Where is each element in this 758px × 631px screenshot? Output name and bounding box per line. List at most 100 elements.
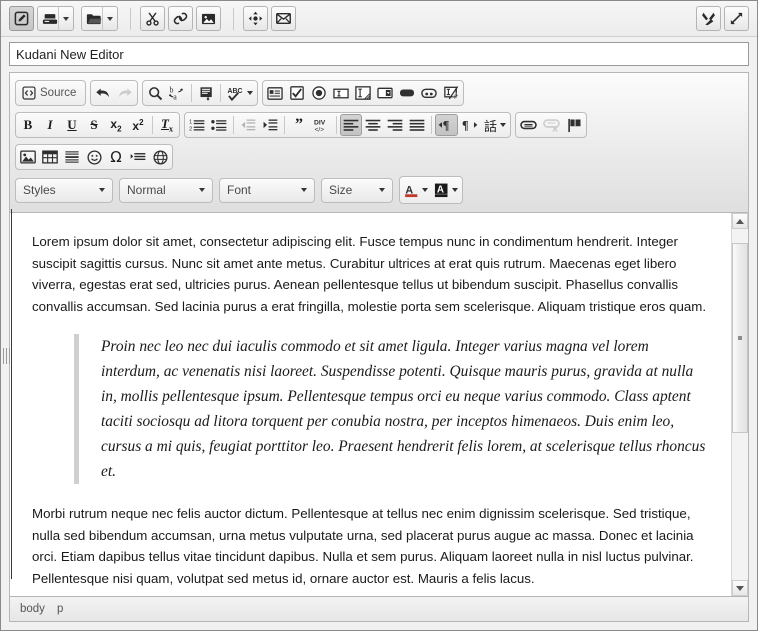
- bulleted-list-icon: [211, 120, 227, 131]
- anchor-flag-icon: [567, 118, 581, 132]
- italic-button[interactable]: I: [39, 114, 61, 136]
- undo-button[interactable]: [92, 82, 114, 104]
- hidden-field-button[interactable]: [440, 82, 462, 104]
- horizontal-rule-button[interactable]: [61, 146, 83, 168]
- replace-button[interactable]: b a: [166, 82, 188, 104]
- paragraph-2[interactable]: Morbi rutrum neque nec felis auctor dict…: [32, 503, 709, 589]
- elements-path-item-body[interactable]: body: [20, 603, 45, 615]
- image-button-button[interactable]: [418, 82, 440, 104]
- insert-image-button[interactable]: [17, 146, 39, 168]
- svg-text:¶: ¶: [443, 119, 450, 132]
- italic-icon: I: [47, 117, 53, 132]
- chevron-down-icon: [500, 123, 507, 127]
- select-field-button[interactable]: [374, 82, 396, 104]
- scrollbar-grip-icon: [738, 335, 742, 340]
- svg-text:ABC: ABC: [228, 87, 243, 94]
- numbered-list-button[interactable]: 1 2: [186, 114, 208, 136]
- toolbar-separator: [130, 7, 131, 30]
- select-all-button[interactable]: [195, 82, 217, 104]
- align-right-button[interactable]: [384, 114, 406, 136]
- blockquote-1[interactable]: Proin nec leo nec dui iaculis commodo et…: [74, 334, 709, 484]
- svg-text:2: 2: [189, 127, 192, 132]
- svg-text:1: 1: [189, 120, 192, 126]
- panel-resize-handle[interactable]: [2, 341, 11, 371]
- settings-button[interactable]: [696, 6, 721, 31]
- undo-group: [90, 80, 139, 106]
- bold-button[interactable]: B: [17, 114, 39, 136]
- link-button[interactable]: [168, 6, 193, 31]
- tools-wrench-icon: [702, 12, 715, 26]
- insert-table-button[interactable]: [39, 146, 61, 168]
- styles-combo[interactable]: Styles: [15, 177, 113, 203]
- radio-button[interactable]: [308, 82, 330, 104]
- spellcheck-button[interactable]: ABC: [224, 82, 256, 104]
- new-edit-button[interactable]: [9, 6, 34, 31]
- iframe-button[interactable]: [149, 146, 171, 168]
- align-center-button[interactable]: [362, 114, 384, 136]
- underline-icon: U: [67, 117, 77, 132]
- create-div-button[interactable]: DIV </>: [310, 114, 333, 136]
- editable-document-body[interactable]: Lorem ipsum dolor sit amet, consectetur …: [10, 213, 731, 596]
- anchor-button[interactable]: [563, 114, 585, 136]
- cut-button[interactable]: [140, 6, 165, 31]
- fullscreen-button[interactable]: [724, 6, 749, 31]
- move-button[interactable]: [243, 6, 268, 31]
- chain-link-icon: [173, 12, 188, 25]
- textarea-button[interactable]: [352, 82, 374, 104]
- align-left-button[interactable]: [340, 114, 362, 136]
- bulleted-list-button[interactable]: [208, 114, 230, 136]
- checkbox-button[interactable]: [286, 82, 308, 104]
- editor-vertical-scrollbar[interactable]: [731, 213, 748, 596]
- toolbar-row-3: Ω: [13, 141, 745, 173]
- blockquote-icon: ”: [295, 116, 303, 133]
- text-direction-rtl-button[interactable]: ¶: [458, 114, 481, 136]
- font-size-combo[interactable]: Size: [321, 177, 393, 203]
- scroll-down-button[interactable]: [732, 580, 748, 596]
- text-field-button[interactable]: [330, 82, 352, 104]
- font-family-combo[interactable]: Font: [219, 177, 315, 203]
- align-justify-button[interactable]: [406, 114, 428, 136]
- indent-button[interactable]: [259, 114, 281, 136]
- find-button[interactable]: [144, 82, 166, 104]
- scrollbar-thumb[interactable]: [732, 243, 748, 433]
- underline-button[interactable]: U: [61, 114, 83, 136]
- page-break-button[interactable]: [127, 146, 149, 168]
- svg-text:DIV: DIV: [314, 119, 326, 126]
- subscript-button[interactable]: x2: [105, 114, 127, 136]
- paragraph-1[interactable]: Lorem ipsum dolor sit amet, consectetur …: [32, 231, 709, 317]
- text-direction-ltr-button[interactable]: ¶: [435, 114, 458, 136]
- redo-button[interactable]: [114, 82, 136, 104]
- separator: [233, 116, 234, 134]
- superscript-icon: x2: [132, 117, 144, 133]
- save-dropdown-button[interactable]: [58, 6, 74, 31]
- scrollbar-track[interactable]: [732, 229, 748, 580]
- language-button[interactable]: 話: [481, 114, 509, 136]
- scroll-up-button[interactable]: [732, 213, 748, 229]
- background-color-button[interactable]: A: [431, 178, 461, 202]
- paragraph-format-combo[interactable]: Normal: [119, 177, 213, 203]
- strikethrough-button[interactable]: S: [83, 114, 105, 136]
- elements-path-item-p[interactable]: p: [57, 603, 63, 615]
- source-code-icon: [22, 86, 36, 100]
- outdent-button[interactable]: [237, 114, 259, 136]
- blockquote-button[interactable]: ”: [288, 114, 310, 136]
- chevron-down-icon: [452, 188, 458, 192]
- paragraph-group: 1 2 ” DIV </> ¶ ¶ 話: [184, 112, 512, 138]
- separator: [191, 84, 193, 102]
- insert-image-button[interactable]: [196, 6, 221, 31]
- document-title-input[interactable]: [9, 42, 749, 66]
- remove-format-button[interactable]: Tx: [156, 114, 178, 136]
- unlink-icon: [543, 119, 560, 132]
- unlink-button[interactable]: [540, 114, 563, 136]
- smiley-button[interactable]: [83, 146, 105, 168]
- image-button-icon: [421, 88, 438, 98]
- link-button[interactable]: [517, 114, 540, 136]
- form-button[interactable]: [264, 82, 286, 104]
- email-button[interactable]: [271, 6, 296, 31]
- text-color-button[interactable]: A: [401, 178, 431, 202]
- special-char-button[interactable]: Ω: [105, 146, 127, 168]
- source-button[interactable]: Source: [17, 82, 84, 104]
- open-dropdown-button[interactable]: [102, 6, 118, 31]
- superscript-button[interactable]: x2: [127, 114, 149, 136]
- form-button-button[interactable]: [396, 82, 418, 104]
